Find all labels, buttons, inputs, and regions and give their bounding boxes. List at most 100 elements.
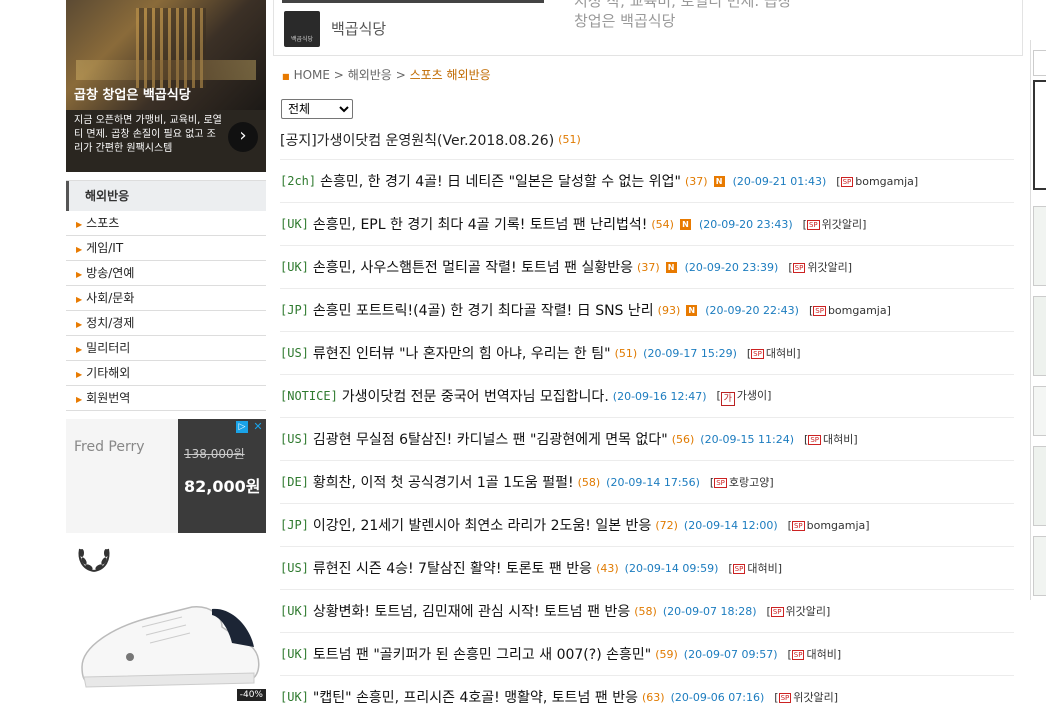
- post-author-name[interactable]: bomgamja: [855, 175, 914, 188]
- breadcrumb-home[interactable]: HOME: [294, 68, 330, 82]
- post-author-name[interactable]: 위갓알리: [822, 218, 862, 231]
- post-author-name[interactable]: 위갓알리: [786, 605, 826, 618]
- post-row[interactable]: [US] 류현진 인터뷰 "나 혼자만의 힘 아냐, 우리는 한 팀" (51) (2…: [280, 332, 1014, 375]
- post-title[interactable]: 손흥민, 한 경기 4골! 日 네티즌 "일본은 달성할 수 없는 위업": [320, 171, 681, 191]
- post-author-name[interactable]: 호랑고양: [729, 476, 769, 489]
- post-title[interactable]: 상황변화! 토트넘, 김민재에 관심 시작! 토트넘 팬 반응: [313, 601, 630, 621]
- post-author[interactable]: [가 가생이]: [717, 387, 772, 406]
- post-author-name[interactable]: 가생이: [737, 389, 767, 402]
- post-author-name[interactable]: bomgamja: [807, 519, 866, 532]
- post-author[interactable]: [SP 호랑고양]: [710, 474, 774, 490]
- post-author-name[interactable]: 대혀비: [823, 433, 853, 446]
- post-title[interactable]: "캡틴" 손흥민, 프리시즌 4호골! 맹활약, 토트넘 팬 반응: [313, 687, 638, 707]
- post-country-tag: [UK]: [280, 647, 309, 661]
- post-row[interactable]: [UK] 손흥민, EPL 한 경기 최다 4골 기록! 토트넘 팬 난리법석! (…: [280, 203, 1014, 246]
- side-nav-item[interactable]: ▶ 게임/IT: [66, 236, 266, 261]
- post-title[interactable]: 이강인, 21세기 발렌시아 최연소 라리가 2도움! 일본 반응: [313, 515, 651, 535]
- right-sidebar-edge: [1030, 40, 1046, 600]
- side-nav-item[interactable]: ▶ 기타해외: [66, 361, 266, 386]
- adchoices-icon[interactable]: ▷: [236, 421, 248, 433]
- left-column: 곱창 창업은 백곱식당 지금 오픈하면 가맹비, 교육비, 로열티 면제. 곱창…: [66, 0, 266, 715]
- category-filter-select[interactable]: 전체: [281, 99, 353, 119]
- right-search-box[interactable]: [1033, 50, 1046, 76]
- post-author-name[interactable]: 위갓알리: [793, 691, 833, 704]
- promo-next-arrow-icon[interactable]: ›: [228, 122, 258, 152]
- side-nav-item[interactable]: ▶ 밀리터리: [66, 336, 266, 361]
- post-country-tag: [US]: [280, 561, 309, 575]
- post-country-tag: [JP]: [280, 518, 309, 532]
- post-title[interactable]: 류현진 인터뷰 "나 혼자만의 힘 아냐, 우리는 한 팀": [313, 343, 611, 363]
- member-sp-icon: SP: [808, 435, 821, 445]
- restaurant-name[interactable]: 백곱식당: [331, 18, 386, 39]
- home-bullet-icon: ■: [282, 72, 290, 81]
- post-title[interactable]: 토트넘 팬 "골키퍼가 된 손흥민 그리고 새 007(?) 손흥민": [313, 644, 651, 664]
- side-nav-item[interactable]: ▶ 스포츠: [66, 211, 266, 236]
- right-widget[interactable]: [1033, 296, 1046, 376]
- post-date: (20-09-07 09:57): [683, 647, 778, 661]
- triangle-bullet-icon: ▶: [76, 295, 83, 304]
- member-sp-icon: SP: [770, 607, 784, 617]
- post-date: (20-09-17 15:29): [643, 346, 737, 360]
- post-country-tag: [UK]: [280, 260, 309, 274]
- post-row[interactable]: [UK] 토트넘 팬 "골키퍼가 된 손흥민 그리고 새 007(?) 손흥민" (…: [280, 633, 1014, 676]
- post-row[interactable]: [2ch] 손흥민, 한 경기 4골! 日 네티즌 "일본은 달성할 수 없는 위…: [280, 160, 1014, 203]
- post-row[interactable]: [NOTICE] 가생이닷컴 전문 중국어 번역자님 모집합니다. (20-09-1…: [280, 375, 1014, 418]
- post-row[interactable]: [UK] 손흥민, 사우스햄튼전 멀티골 작렬! 토트넘 팬 실황반응 (37) N (…: [280, 246, 1014, 289]
- right-widget[interactable]: [1033, 536, 1046, 596]
- side-nav-item[interactable]: ▶ 회원번역: [66, 386, 266, 411]
- top-card-accent-bar: [282, 0, 544, 3]
- notice-title[interactable]: [공지]가생이닷컴 운영원칙(Ver.2018.08.26): [280, 130, 554, 150]
- right-widget[interactable]: [1033, 206, 1046, 286]
- post-title[interactable]: 손흥민, EPL 한 경기 최다 4골 기록! 토트넘 팬 난리법석!: [313, 214, 647, 234]
- post-title[interactable]: 황희찬, 이적 첫 공식경기서 1골 1도움 펄펄!: [313, 472, 574, 492]
- post-title[interactable]: 손흥민, 사우스햄튼전 멀티골 작렬! 토트넘 팬 실황반응: [313, 257, 633, 277]
- post-author-name[interactable]: 대혀비: [766, 347, 796, 360]
- side-nav-title[interactable]: 해외반응: [66, 181, 266, 211]
- side-nav-item[interactable]: ▶ 정치/경제: [66, 311, 266, 336]
- post-author-name[interactable]: 위갓알리: [807, 261, 847, 274]
- right-widget[interactable]: [1033, 386, 1046, 436]
- post-author[interactable]: [SP 대혀비]: [747, 345, 801, 361]
- post-date: (20-09-14 09:59): [624, 561, 719, 575]
- top-promo-card[interactable]: 백곱식당 백곱식당 지정 작, 교육비, 로열티 면제. 곱창 창업은 백곱식당: [273, 0, 1023, 56]
- post-author-name[interactable]: 대혀비: [806, 648, 836, 661]
- post-title[interactable]: 김광현 무실점 6탈삼진! 카디널스 팬 "김광현에게 면목 없다": [313, 429, 668, 449]
- post-row[interactable]: [UK] 상황변화! 토트넘, 김민재에 관심 시작! 토트넘 팬 반응 (58) (…: [280, 590, 1014, 633]
- post-title[interactable]: 가생이닷컴 전문 중국어 번역자님 모집합니다.: [342, 386, 609, 406]
- post-author[interactable]: [SP 위갓알리]: [774, 689, 838, 705]
- post-row[interactable]: [US] 류현진 시즌 4승! 7탈삼진 활약! 토론토 팬 반응 (43) (20-…: [280, 547, 1014, 590]
- breadcrumb-current[interactable]: 스포츠 해외반응: [410, 68, 491, 82]
- post-author-name[interactable]: 대혀비: [747, 562, 777, 575]
- post-author[interactable]: [SP 대혀비]: [804, 431, 858, 447]
- post-row[interactable]: [US] 김광현 무실점 6탈삼진! 카디널스 팬 "김광현에게 면목 없다" (5…: [280, 418, 1014, 461]
- post-row[interactable]: [UK] "캡틴" 손흥민, 프리시즌 4호골! 맹활약, 토트넘 팬 반응 (63…: [280, 676, 1014, 715]
- post-title[interactable]: 류현진 시즌 4승! 7탈삼진 활약! 토론토 팬 반응: [313, 558, 592, 578]
- post-author[interactable]: [SP 위갓알리]: [803, 216, 867, 232]
- post-author[interactable]: [SP 대혀비]: [788, 646, 842, 662]
- right-login-box[interactable]: [1033, 80, 1046, 190]
- restaurant-thumbnail-label: 백곱식당: [290, 36, 314, 43]
- side-nav-item[interactable]: ▶ 방송/연예: [66, 261, 266, 286]
- fred-perry-ad[interactable]: Fred Perry 138,000원 82,000원 ▷ ✕ -40%: [66, 419, 266, 715]
- side-nav-item[interactable]: ▶ 사회/문화: [66, 286, 266, 311]
- post-author[interactable]: [SP bomgamja]: [836, 175, 918, 188]
- post-date: (20-09-07 18:28): [662, 604, 757, 618]
- post-author-name[interactable]: bomgamja: [828, 304, 887, 317]
- post-author[interactable]: [SP bomgamja]: [809, 304, 891, 317]
- post-author[interactable]: [SP 위갓알리]: [767, 603, 831, 619]
- post-author[interactable]: [SP 대혀비]: [728, 560, 782, 576]
- post-row[interactable]: [JP] 손흥민 포트트릭!(4골) 한 경기 최다골 작렬! 日 SNS 난리(…: [280, 289, 1014, 332]
- right-widget[interactable]: [1033, 446, 1046, 526]
- post-author[interactable]: [SP 위갓알리]: [788, 259, 852, 275]
- side-nav-item-label: 게임/IT: [86, 241, 124, 255]
- post-row[interactable]: [JP] 이강인, 21세기 발렌시아 최연소 라리가 2도움! 일본 반응 (72…: [280, 504, 1014, 547]
- post-row[interactable]: [DE] 황희찬, 이적 첫 공식경기서 1골 1도움 펄펄! (58) (20-09…: [280, 461, 1014, 504]
- ad-close-icon[interactable]: ✕: [252, 421, 264, 433]
- post-author[interactable]: [SP bomgamja]: [788, 519, 870, 532]
- promo-banner[interactable]: 곱창 창업은 백곱식당 지금 오픈하면 가맹비, 교육비, 로열티 면제. 곱창…: [66, 0, 266, 172]
- post-title[interactable]: 손흥민 포트트릭!(4골) 한 경기 최다골 작렬! 日 SNS 난리: [313, 300, 654, 320]
- breadcrumb-level1[interactable]: 해외반응: [348, 68, 392, 82]
- bracket: ]: [767, 388, 772, 402]
- post-country-tag: [DE]: [280, 475, 309, 489]
- notice-row[interactable]: [공지]가생이닷컴 운영원칙(Ver.2018.08.26) (51): [280, 120, 1014, 160]
